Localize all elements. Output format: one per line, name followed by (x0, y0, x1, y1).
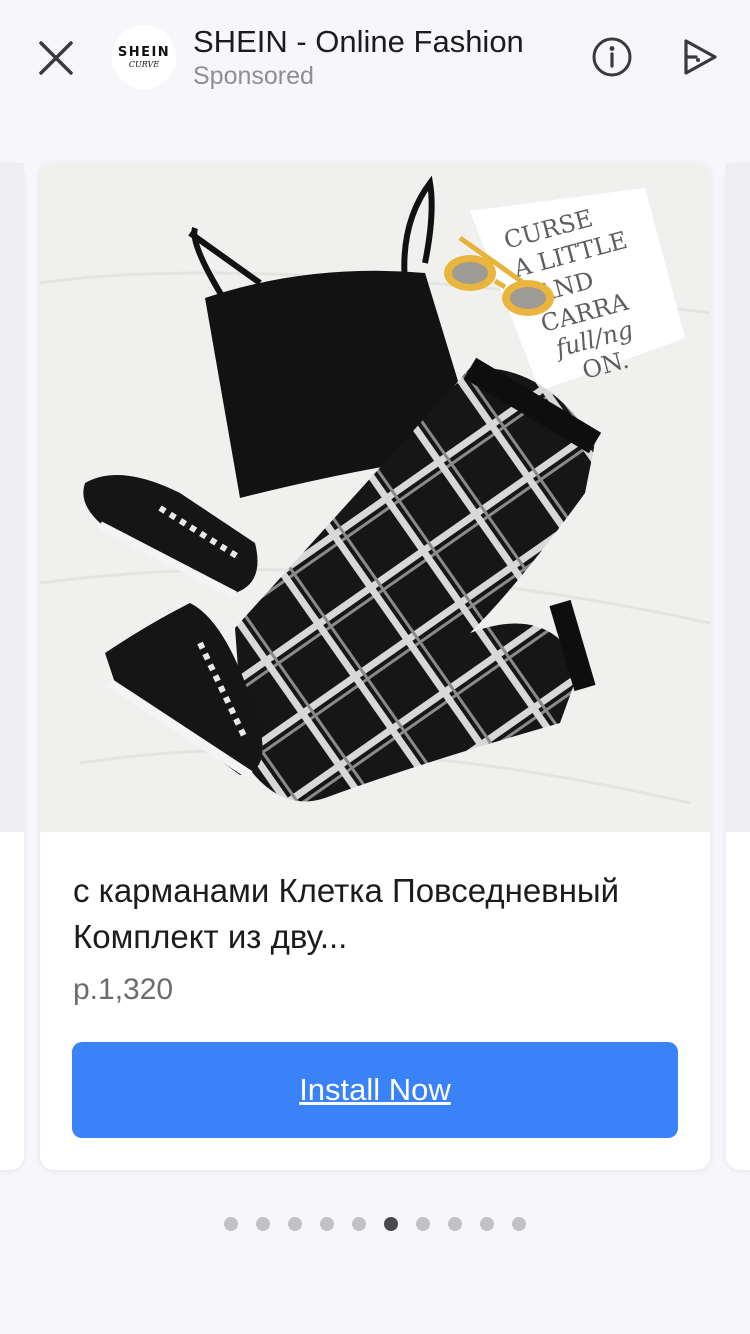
pagination-dot[interactable] (256, 1217, 270, 1231)
avatar-sub-text: CURVE (128, 59, 160, 69)
share-icon[interactable] (678, 35, 722, 79)
pagination-dot[interactable] (288, 1217, 302, 1231)
pagination-dot[interactable] (224, 1217, 238, 1231)
install-now-button[interactable]: Install Now (72, 1042, 678, 1138)
ad-header: SHEIN CURVE SHEIN - Online Fashion Spons… (0, 0, 750, 115)
previous-card-peek[interactable] (0, 163, 24, 1170)
pagination-dot[interactable] (512, 1217, 526, 1231)
close-icon[interactable] (36, 38, 76, 78)
advertiser-name[interactable]: SHEIN - Online Fashion (193, 24, 524, 60)
pagination-dot[interactable] (320, 1217, 334, 1231)
info-icon[interactable] (590, 35, 634, 79)
pagination-dot[interactable] (448, 1217, 462, 1231)
carousel-pagination (0, 1217, 750, 1231)
next-card-peek[interactable] (726, 163, 750, 1170)
previous-card-image (0, 163, 24, 832)
product-image[interactable]: CURSE A LITTLE AND CARRA full/ng ON. (40, 163, 710, 832)
avatar-brand-text: SHEIN (117, 44, 171, 60)
product-card[interactable]: CURSE A LITTLE AND CARRA full/ng ON. с к… (40, 163, 710, 1170)
sponsored-label: Sponsored (193, 62, 314, 90)
pagination-dot[interactable] (416, 1217, 430, 1231)
advertiser-avatar[interactable]: SHEIN CURVE (112, 25, 176, 89)
pagination-dot[interactable] (480, 1217, 494, 1231)
pagination-dot[interactable] (352, 1217, 366, 1231)
product-price: р.1,320 (73, 973, 174, 1006)
pagination-dot-active[interactable] (384, 1217, 398, 1231)
next-card-image (726, 163, 750, 832)
product-title[interactable]: с карманами Клетка Повседневный Комплект… (73, 868, 683, 960)
